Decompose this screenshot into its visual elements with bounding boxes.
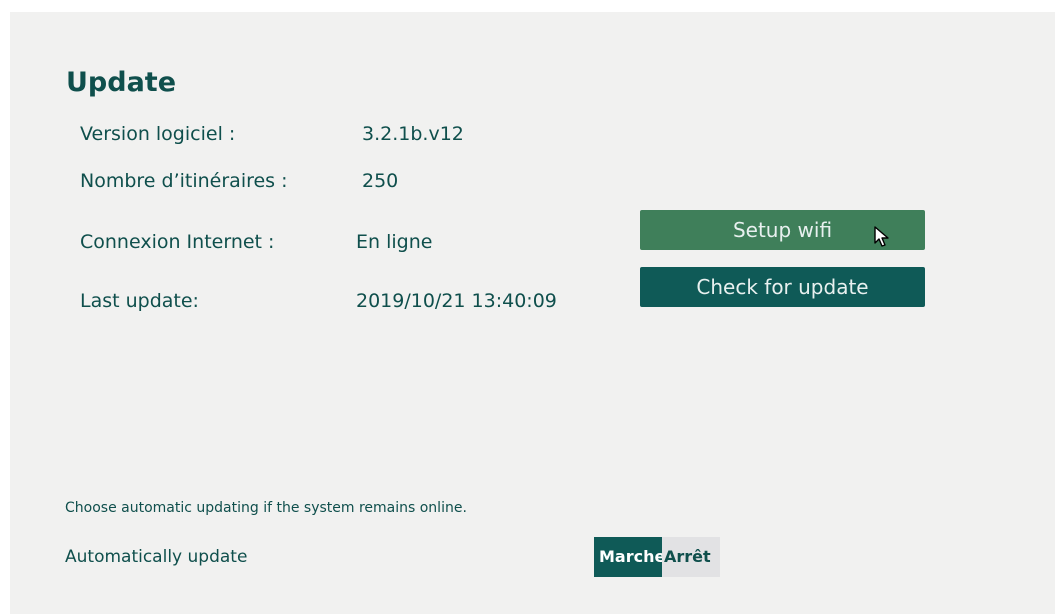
- routes-count-value: 250: [362, 170, 399, 192]
- routes-count-label: Nombre d’itinéraires :: [80, 170, 288, 192]
- update-panel: Update Version logiciel : 3.2.1b.v12 Nom…: [10, 12, 1055, 614]
- page-title: Update: [66, 67, 177, 98]
- auto-update-toggle[interactable]: Marche Arrêt: [594, 537, 720, 577]
- toggle-option-arret[interactable]: Arrêt: [662, 537, 720, 577]
- toggle-option-marche[interactable]: Marche: [594, 537, 665, 577]
- version-label: Version logiciel :: [80, 123, 236, 145]
- auto-update-label: Automatically update: [65, 547, 248, 567]
- auto-update-hint: Choose automatic updating if the system …: [65, 500, 467, 516]
- connection-label: Connexion Internet :: [80, 231, 275, 253]
- last-update-value: 2019/10/21 13:40:09: [356, 290, 557, 312]
- check-for-update-button[interactable]: Check for update: [640, 267, 925, 307]
- mouse-pointer-icon: [874, 226, 889, 247]
- last-update-label: Last update:: [80, 290, 199, 312]
- version-value: 3.2.1b.v12: [362, 123, 464, 145]
- connection-status-value: En ligne: [356, 231, 433, 253]
